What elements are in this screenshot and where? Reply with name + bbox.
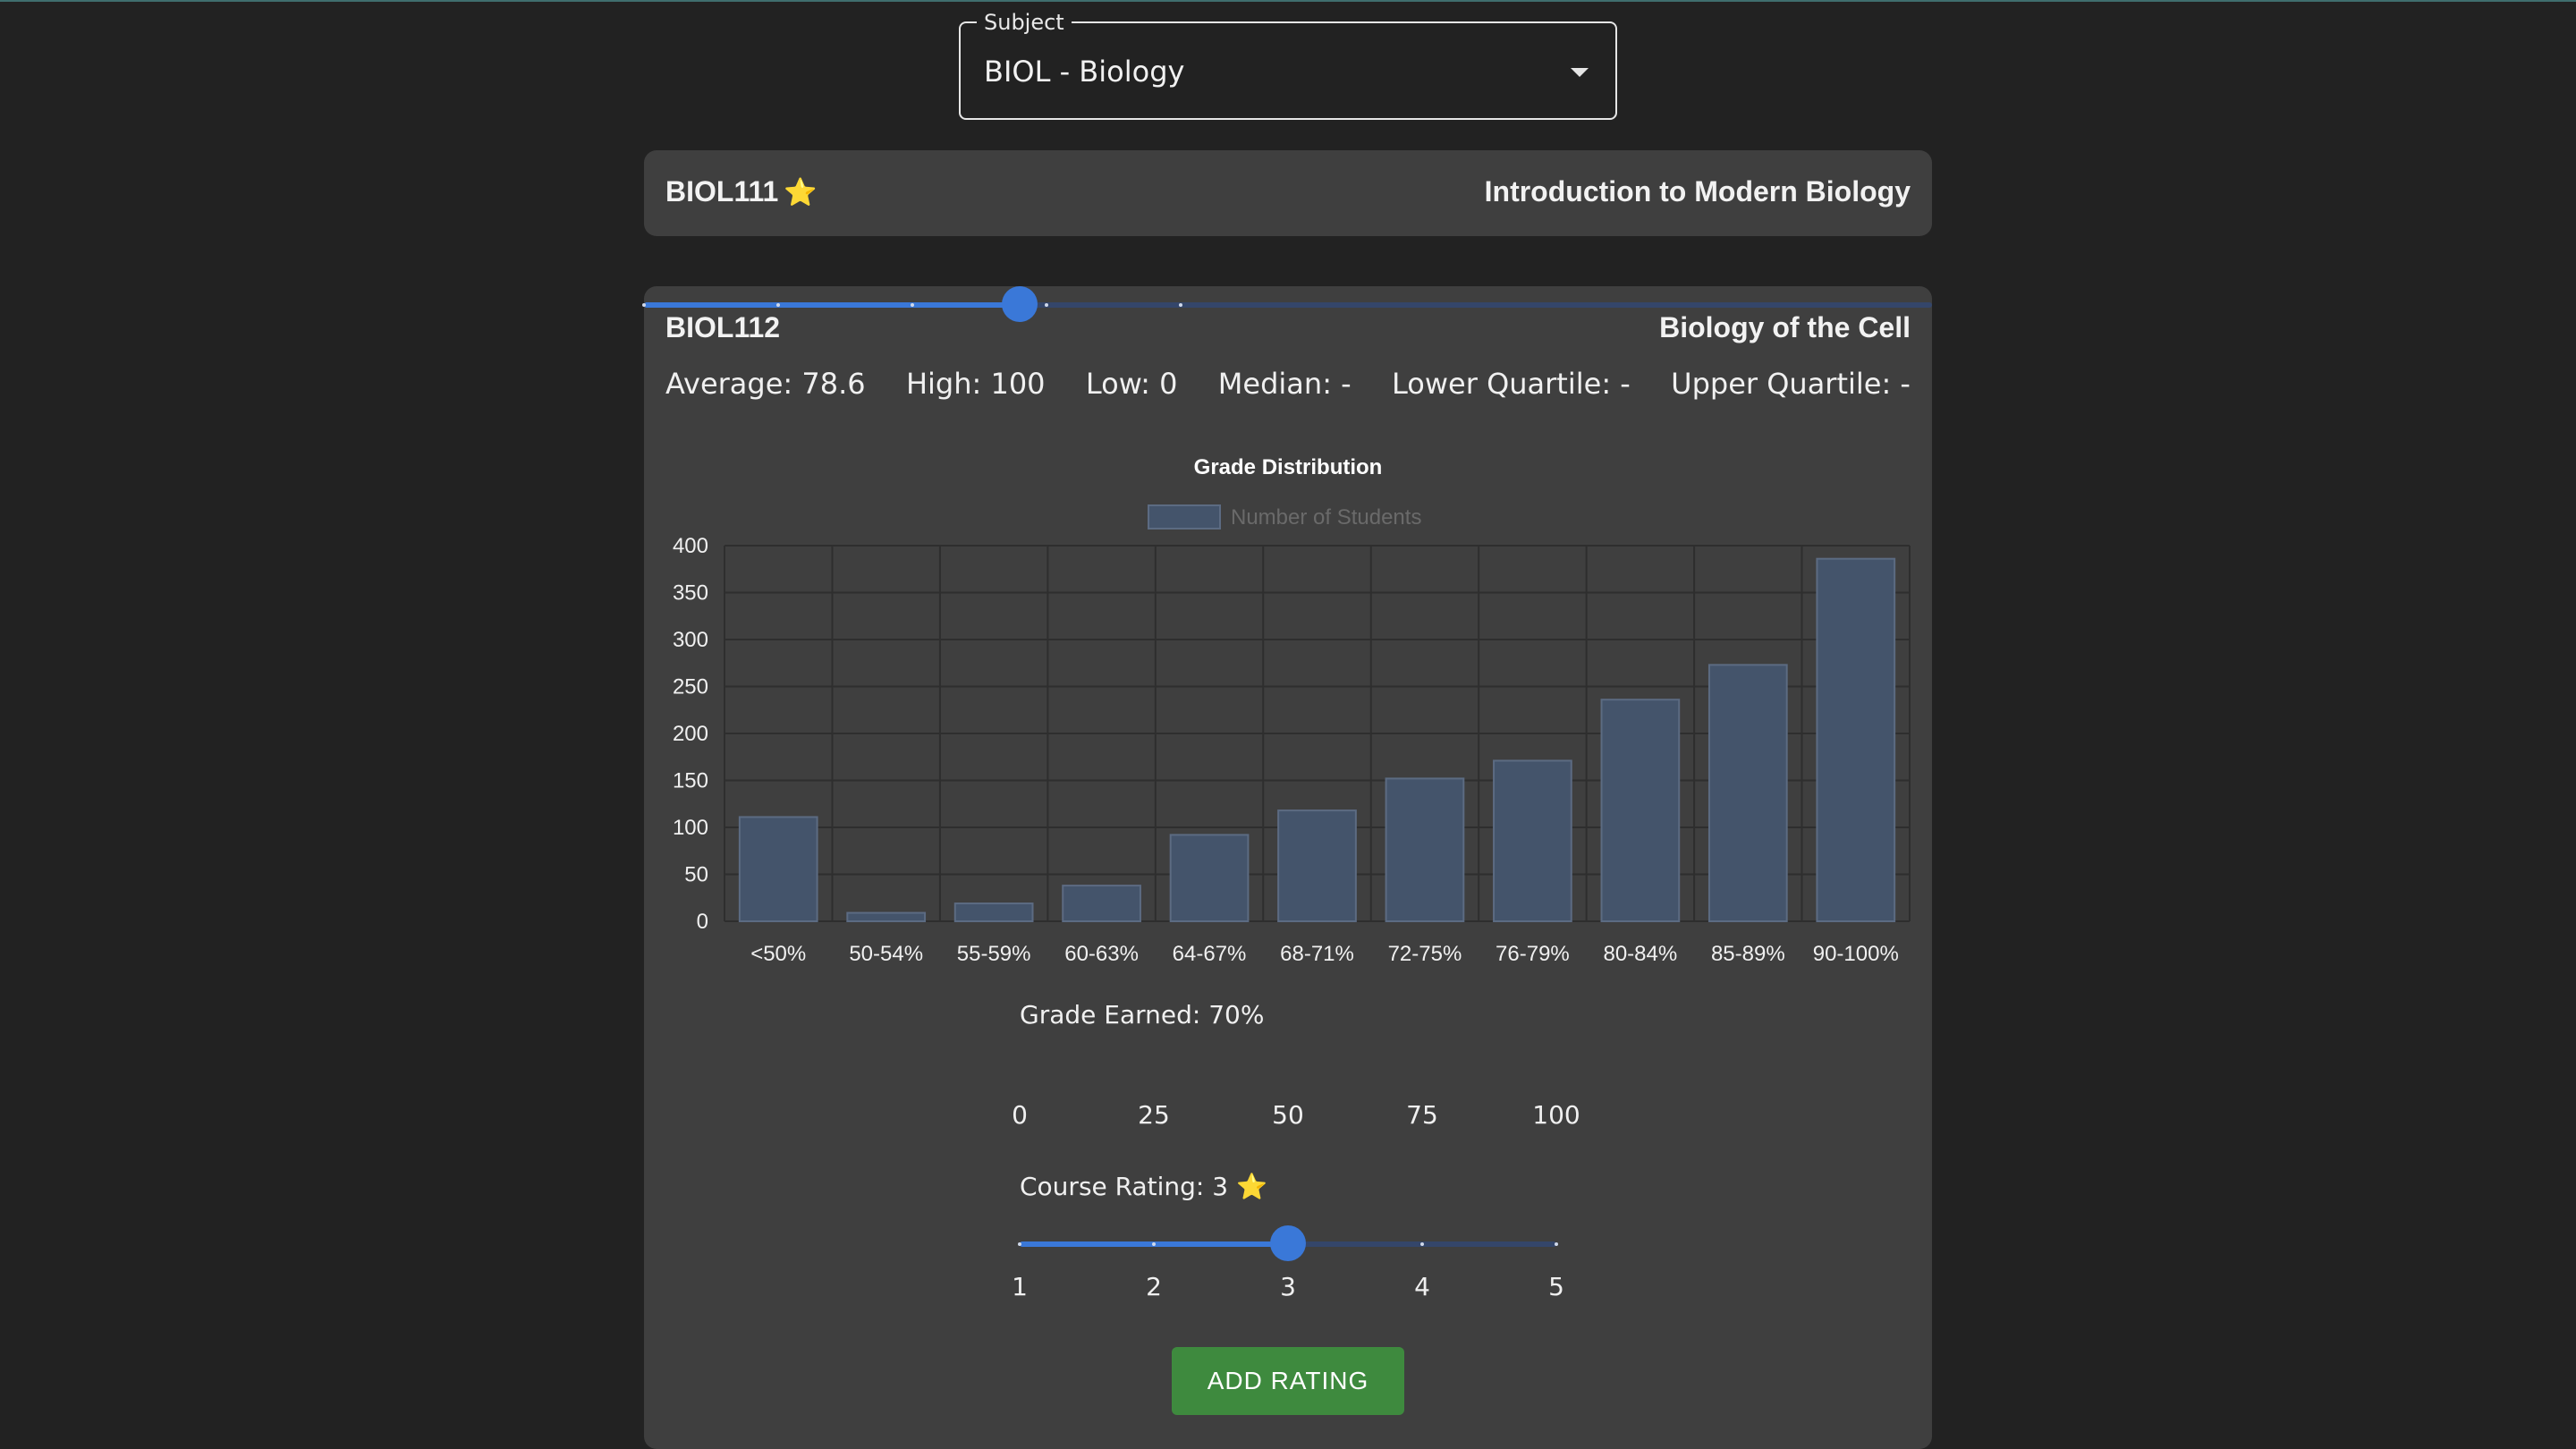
star-icon: ⭐ [784,178,818,208]
x-tick-label: 60-63% [1064,942,1139,966]
x-tick-label: <50% [750,942,806,966]
bar[interactable] [1062,885,1141,922]
subject-select[interactable]: Subject BIOL - Biology [959,11,1617,120]
y-tick-label: 0 [697,910,708,934]
grade-tick-mark [642,303,646,307]
grade-tick-label: 25 [1138,1100,1170,1130]
x-tick-label: 68-71% [1280,942,1354,966]
rating-tick-label: 5 [1548,1272,1564,1301]
legend-swatch[interactable] [1148,504,1221,530]
bar[interactable] [1600,699,1681,923]
course-code: BIOL111 ⭐ [665,175,818,208]
bar[interactable] [1493,759,1572,923]
x-tick-label: 90-100% [1813,942,1899,966]
grade-tick-label: 50 [1272,1100,1304,1130]
x-tick-label: 50-54% [849,942,923,966]
grade-tick-label: 0 [1012,1100,1028,1130]
subject-value: BIOL - Biology [984,55,1185,89]
y-tick-label: 250 [673,675,708,699]
bar[interactable] [1277,809,1357,922]
rating-slider[interactable] [1018,1225,1558,1261]
grade-tick-mark [1045,303,1048,307]
star-icon: ⭐ [1235,1172,1267,1201]
y-tick-label: 100 [673,816,708,840]
chevron-down-icon[interactable] [1571,68,1589,77]
y-tick-label: 350 [673,581,708,606]
x-tick-label: 72-75% [1388,942,1462,966]
rating-tick-label: 4 [1414,1272,1430,1301]
course-card-biol111[interactable]: BIOL111 ⭐ Introduction to Modern Biology [644,150,1932,236]
grade-earned-label: Grade Earned: 70% [1020,1000,1265,1030]
y-tick-label: 300 [673,628,708,652]
x-tick-label: 85-89% [1711,942,1785,966]
course-rating-text: Course Rating: 3 [1020,1172,1229,1201]
grade-tick-label: 100 [1532,1100,1580,1130]
add-rating-button[interactable]: ADD RATING [1172,1347,1404,1415]
grade-tick-mark [1179,303,1182,307]
grade-tick-mark [776,303,780,307]
bar[interactable] [1385,777,1465,923]
grade-distribution-chart: Grade Distribution Number of Students 0 5… [673,455,1911,966]
bar[interactable] [846,911,927,922]
bar[interactable] [1707,664,1788,922]
x-tick-label: 64-67% [1173,942,1247,966]
rating-slider-thumb[interactable] [1270,1225,1306,1261]
chart-title: Grade Distribution [1194,455,1383,479]
x-tick-label: 80-84% [1603,942,1677,966]
x-tick-label: 76-79% [1496,942,1570,966]
y-tick-label: 50 [684,863,708,887]
grade-tick-mark [911,303,914,307]
bar[interactable] [1169,834,1250,923]
x-tick-label: 55-59% [957,942,1031,966]
y-tick-label: 400 [673,534,708,558]
course-code-text: BIOL111 [665,175,779,208]
subject-label: Subject [977,11,1072,34]
course-title: Introduction to Modern Biology [1484,175,1911,208]
bar[interactable] [738,816,818,923]
course-card-biol112: BIOL112 Biology of the Cell Average: 78.… [642,286,1932,1449]
legend-label[interactable]: Number of Students [1231,505,1421,530]
grade-slider-track [644,302,1020,308]
top-border [0,0,2576,2]
rating-tick-mark [1152,1242,1156,1246]
rating-tick-mark [1555,1242,1558,1246]
rating-tick-mark [1018,1242,1021,1246]
chart-bars [738,557,1896,923]
y-tick-label: 150 [673,769,708,793]
grade-slider-thumb[interactable] [1002,286,1038,322]
rating-tick-mark [1420,1242,1424,1246]
bar[interactable] [1816,557,1896,922]
grade-tick-label: 75 [1406,1100,1438,1130]
rating-tick-label: 3 [1280,1272,1296,1301]
rating-tick-label: 1 [1012,1272,1028,1301]
bar[interactable] [953,902,1034,922]
course-rating-label: Course Rating: 3 ⭐ [1020,1172,1267,1201]
y-tick-label: 200 [673,722,708,746]
rating-tick-label: 2 [1146,1272,1162,1301]
